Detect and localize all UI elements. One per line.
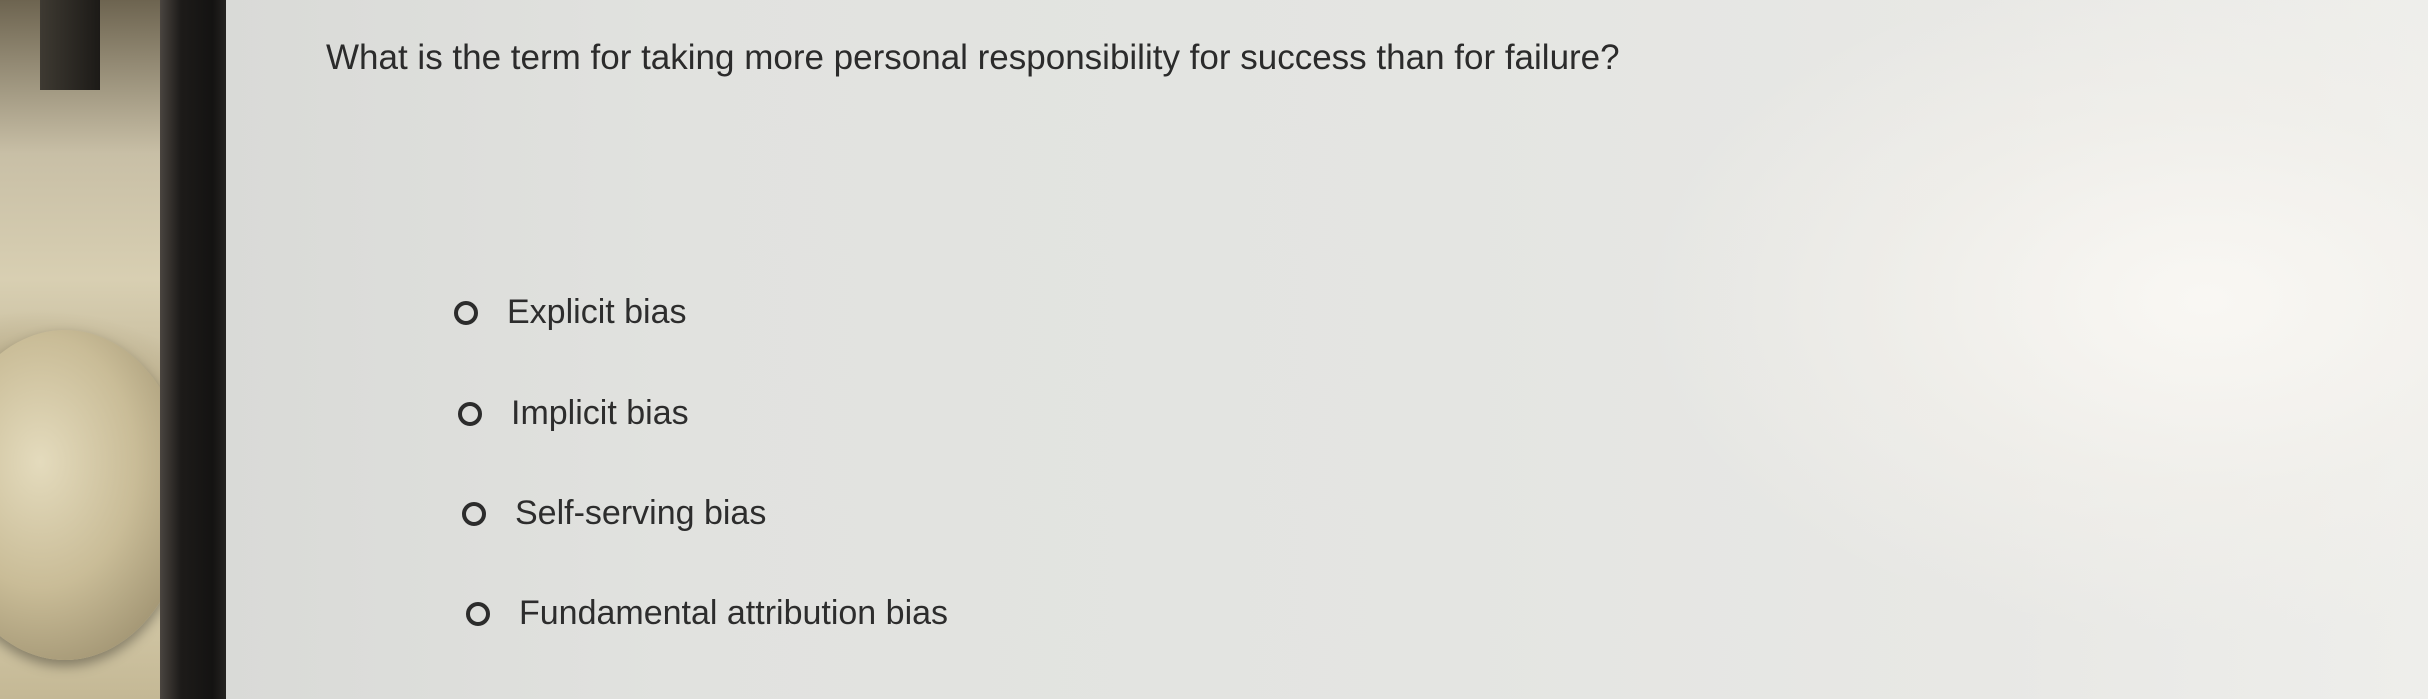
answer-options: Explicit bias Implicit bias Self-serving… [226, 0, 2428, 699]
option-label[interactable]: Self-serving bias [515, 494, 766, 533]
option-label[interactable]: Implicit bias [511, 394, 689, 433]
option-self-serving-bias[interactable]: Self-serving bias [462, 494, 766, 533]
quiz-screen: What is the term for taking more persona… [226, 0, 2428, 699]
monitor-bezel [160, 0, 230, 699]
background-object [40, 0, 100, 90]
option-implicit-bias[interactable]: Implicit bias [458, 394, 689, 433]
radio-unselected-icon[interactable] [462, 501, 486, 526]
option-explicit-bias[interactable]: Explicit bias [454, 293, 687, 332]
option-label[interactable]: Explicit bias [507, 293, 687, 332]
radio-unselected-icon[interactable] [458, 401, 482, 426]
option-label[interactable]: Fundamental attribution bias [519, 594, 948, 633]
option-fundamental-attribution-bias[interactable]: Fundamental attribution bias [466, 594, 948, 633]
radio-unselected-icon[interactable] [466, 601, 490, 626]
radio-unselected-icon[interactable] [454, 300, 478, 325]
